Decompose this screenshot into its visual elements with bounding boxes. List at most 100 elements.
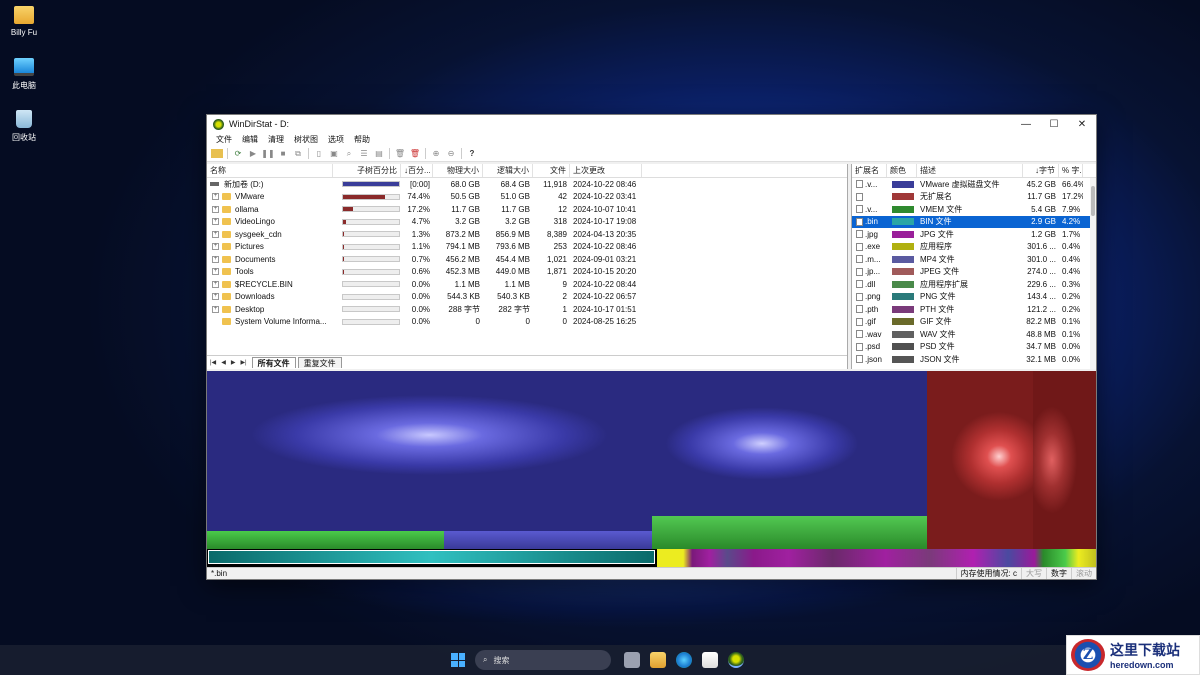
title-bar[interactable]: WinDirStat - D: — ☐ ✕ [207,115,1096,133]
zoom-in-icon[interactable]: ⊕ [430,148,442,159]
menu-cleanup[interactable]: 清理 [263,134,289,145]
treemap-block-misc[interactable] [657,549,1096,568]
treemap-view[interactable] [207,371,1096,568]
menu-options[interactable]: 选项 [323,134,349,145]
column-header-last-modified[interactable]: 上次更改 [570,164,642,177]
windirstat-taskbar-icon[interactable] [728,652,744,668]
column-header-name[interactable]: 名称 [207,164,333,177]
menu-edit[interactable]: 编辑 [237,134,263,145]
tree-row[interactable]: + VideoLingo 4.7% 3.2 GB 3.2 GB 318 2024… [207,216,847,229]
extension-row[interactable]: .gif GIF 文件 82.2 MB 0.1% [852,316,1096,329]
prev-tab-icon[interactable]: ◀ [221,359,226,366]
tree-row[interactable]: System Volume Informa... 0.0% 0 0 0 2024… [207,316,847,329]
treemap-block-bin-selected[interactable] [208,550,655,564]
column-header-percent[interactable]: ↓百分... [401,164,433,177]
extension-row[interactable]: 无扩展名 11.7 GB 17.2% [852,191,1096,204]
extension-row[interactable]: .pth PTH 文件 121.2 ... 0.2% [852,303,1096,316]
tree-row[interactable]: + Desktop 0.0% 288 字节 282 字节 1 2024-10-1… [207,303,847,316]
play-icon[interactable]: ▶ [247,148,259,159]
tree-row[interactable]: + Tools 0.6% 452.3 MB 449.0 MB 1,871 202… [207,266,847,279]
extension-row[interactable]: .exe 应用程序 301.6 ... 0.4% [852,241,1096,254]
column-header-bytes-percent[interactable]: % 字... [1059,164,1083,177]
treemap-block-vmem-2[interactable] [652,516,927,549]
maximize-button[interactable]: ☐ [1040,115,1068,133]
column-header-physical-size[interactable]: 物理大小 [433,164,483,177]
tree-row[interactable]: + Documents 0.7% 456.2 MB 454.4 MB 1,021… [207,253,847,266]
tab-all-files[interactable]: 所有文件 [251,357,296,368]
open-drive-icon[interactable] [211,149,223,158]
desktop-icon-billy-fu[interactable]: Billy Fu [4,6,44,37]
tree-row[interactable]: + $RECYCLE.BIN 0.0% 1.1 MB 1.1 MB 9 2024… [207,278,847,291]
expand-icon[interactable]: + [212,305,219,313]
expand-icon[interactable]: + [212,293,219,301]
document-icon[interactable]: ▤ [373,148,385,159]
expand-icon[interactable]: + [212,205,219,213]
search-icon[interactable]: ⌕ [343,148,355,159]
recycle-icon[interactable]: 🗑 [394,148,406,159]
treemap-block-vmware-3[interactable] [444,531,652,549]
tree-row[interactable]: + ollama 17.2% 11.7 GB 11.7 GB 12 2024-1… [207,203,847,216]
next-tab-icon[interactable]: ▶ [231,359,236,366]
file-explorer-icon[interactable] [650,652,666,668]
tree-row[interactable]: + Pictures 1.1% 794.1 MB 793.6 MB 253 20… [207,241,847,254]
expand-icon[interactable]: + [212,230,219,238]
extension-row[interactable]: .wav WAV 文件 48.8 MB 0.1% [852,328,1096,341]
start-button-icon[interactable] [451,653,465,667]
column-header-subtree-percent[interactable]: 子树百分比 [333,164,401,177]
first-tab-icon[interactable]: |◀ [210,359,216,366]
tree-row[interactable]: + sysgeek_cdn 1.3% 873.2 MB 856.9 MB 8,3… [207,228,847,241]
column-header-description[interactable]: 描述 [917,164,1023,177]
menu-help[interactable]: 帮助 [349,134,375,145]
expand-icon[interactable]: + [212,193,219,201]
store-icon[interactable] [702,652,718,668]
extension-row[interactable]: .v... VMEM 文件 5.4 GB 7.9% [852,203,1096,216]
treemap-block-ollama-2[interactable] [1033,371,1096,549]
extension-row[interactable]: .png PNG 文件 143.4 ... 0.2% [852,291,1096,304]
desktop-icon-recycle-bin[interactable]: 回收站 [4,110,44,143]
tree-row[interactable]: + VMware 74.4% 50.5 GB 51.0 GB 42 2024-1… [207,191,847,204]
column-header-color[interactable]: 颜色 [887,164,917,177]
paste-icon[interactable]: ▣ [328,148,340,159]
expand-icon[interactable]: + [212,243,219,251]
treemap-block-vmware-1[interactable] [207,371,652,531]
extension-row[interactable]: .m... MP4 文件 301.0 ... 0.4% [852,253,1096,266]
edge-icon[interactable] [676,652,692,668]
delete-icon[interactable]: 🗑 [409,148,421,159]
close-button[interactable]: ✕ [1068,115,1096,133]
column-header-logical-size[interactable]: 逻辑大小 [483,164,533,177]
explorer-icon[interactable]: ▯ [313,148,325,159]
treemap-block-ollama-1[interactable] [927,371,1033,549]
pause-icon[interactable]: ❚❚ [261,148,274,159]
tab-duplicate-files[interactable]: 重复文件 [297,357,342,368]
extension-row[interactable]: .json JSON 文件 32.1 MB 0.0% [852,353,1096,366]
task-view-icon[interactable] [624,652,640,668]
desktop-icon-this-pc[interactable]: 此电脑 [4,58,44,91]
scroll-thumb[interactable] [1091,186,1095,216]
column-header-files[interactable]: 文件 [533,164,570,177]
zoom-out-icon[interactable]: ⊖ [445,148,457,159]
expand-icon[interactable]: + [212,218,219,226]
last-tab-icon[interactable]: ▶| [240,359,246,366]
extension-scrollbar[interactable] [1090,178,1096,369]
refresh-icon[interactable]: ⟳ [232,148,244,159]
treemap-block-vmem-1[interactable] [207,531,444,549]
extension-row[interactable]: .psd PSD 文件 34.7 MB 0.0% [852,341,1096,354]
expand-icon[interactable]: + [212,255,219,263]
expand-icon[interactable]: + [212,280,219,288]
extension-row[interactable]: .jpg JPG 文件 1.2 GB 1.7% [852,228,1096,241]
menu-file[interactable]: 文件 [211,134,237,145]
properties-icon[interactable]: ☰ [358,148,370,159]
expand-icon[interactable]: + [212,268,219,276]
extension-row[interactable]: .bin BIN 文件 2.9 GB 4.2% [852,215,1096,228]
treemap-block-vmware-2[interactable] [652,371,927,516]
extension-row[interactable]: .jp... JPEG 文件 274.0 ... 0.4% [852,266,1096,279]
minimize-button[interactable]: — [1012,115,1040,133]
menu-treemap[interactable]: 树状图 [289,134,323,145]
extension-row[interactable]: .dll 应用程序扩展 229.6 ... 0.3% [852,278,1096,291]
column-header-extension[interactable]: 扩展名 [852,164,887,177]
column-header-bytes[interactable]: ↓字节 [1023,164,1059,177]
tree-row[interactable]: + Downloads 0.0% 544.3 KB 540.3 KB 2 202… [207,291,847,304]
copy-path-icon[interactable]: ⧉ [292,148,304,159]
extension-row[interactable]: .v... VMware 虚拟磁盘文件 45.2 GB 66.4% [852,178,1096,191]
stop-icon[interactable]: ■ [277,148,289,159]
